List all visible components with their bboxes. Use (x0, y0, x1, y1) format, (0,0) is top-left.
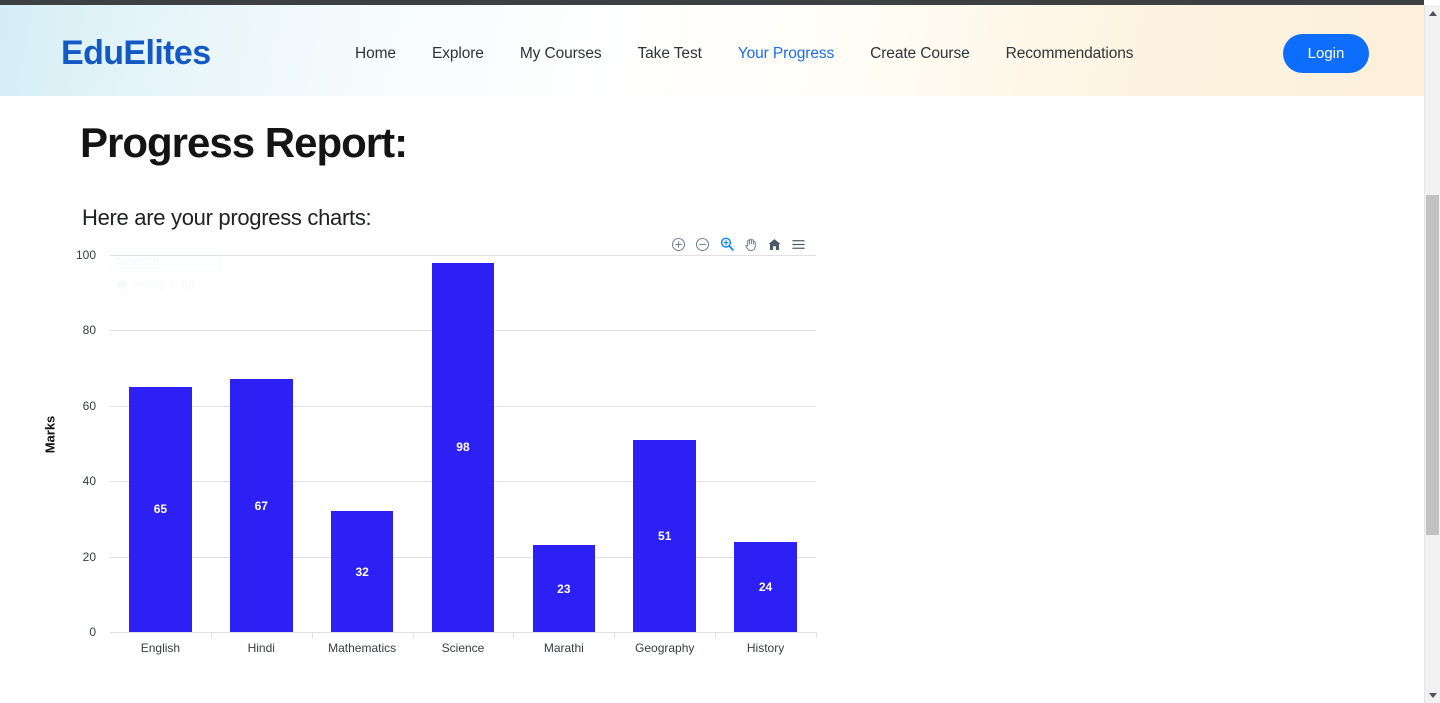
charts-subtitle: Here are your progress charts: (82, 205, 372, 230)
selection-zoom-icon[interactable] (718, 236, 735, 253)
x-axis-label-science: Science (441, 641, 485, 655)
x-axis-tick-mark (513, 632, 515, 638)
x-axis-tick-mark (311, 632, 313, 638)
y-axis-tick-label: 20 (82, 549, 96, 564)
bar-english[interactable]: 65 (129, 386, 192, 632)
bar-value-label: 67 (254, 498, 268, 513)
bar-science[interactable]: 98 (431, 262, 495, 632)
bar-value-label: 24 (758, 579, 773, 594)
x-axis-labels: English Hindi Mathematics Science Marathi Geo… (110, 641, 816, 661)
login-button[interactable]: Login (1283, 34, 1369, 73)
y-axis-tick-label: 100 (75, 248, 96, 262)
nav-item-home[interactable]: Home (337, 41, 414, 67)
x-axis-label-marathi: Marathi (543, 641, 584, 655)
scroll-down-arrow-icon[interactable] (1425, 687, 1440, 703)
x-axis-tick-mark (715, 632, 717, 638)
y-axis-title: Marks (42, 415, 58, 454)
bar-value-label: 98 (456, 440, 470, 455)
y-axis-tick-label: 40 (82, 474, 96, 489)
x-axis-tick-mark (816, 632, 817, 638)
zoom-out-icon[interactable] (694, 236, 711, 253)
y-axis-tick-label: 60 (82, 398, 96, 413)
zoom-in-icon[interactable] (670, 236, 687, 253)
y-axis-tick-label: 80 (82, 323, 96, 338)
scrollbar-thumb[interactable] (1426, 195, 1439, 535)
bar-hindi[interactable]: 67 (230, 379, 293, 632)
bar-value-label: 32 (355, 564, 369, 579)
bar-geography[interactable]: 51 (633, 439, 696, 632)
x-axis-label-mathematics: Mathematics (328, 641, 397, 655)
bar-mathematics[interactable]: 32 (330, 511, 394, 632)
x-axis-tick-mark (412, 632, 414, 638)
nav-item-recommendations[interactable]: Recommendations (988, 41, 1152, 67)
page-viewport: EduElites Home Explore My Courses Take T… (0, 5, 1424, 703)
menu-hamburger-icon[interactable] (790, 236, 807, 253)
nav-item-take-test[interactable]: Take Test (620, 41, 720, 67)
x-axis-tick-mark (614, 632, 616, 638)
site-logo[interactable]: EduElites (61, 34, 211, 73)
site-header: EduElites Home Explore My Courses Take T… (0, 5, 1424, 96)
bar-value-label: 51 (658, 528, 672, 543)
nav-item-explore[interactable]: Explore (414, 41, 502, 67)
x-axis-label-english: English (140, 641, 181, 655)
x-axis-baseline (110, 632, 816, 633)
pan-icon[interactable] (742, 236, 759, 253)
x-axis-label-geography: Geography (635, 641, 695, 655)
bar-value-label: 23 (557, 581, 571, 596)
page-scrollbar[interactable] (1424, 5, 1440, 703)
bar-value-label: 65 (153, 502, 168, 517)
bar-history[interactable]: 24 (734, 541, 797, 632)
reset-home-icon[interactable] (766, 236, 783, 253)
scroll-up-arrow-icon[interactable] (1425, 5, 1440, 21)
y-axis-tick-label: 0 (89, 625, 96, 639)
x-axis-label-hindi: Hindi (247, 641, 275, 655)
chart-plot-area: 100 80 60 40 20 0 65 67 32 98 23 51 24 English Hindi… (76, 248, 817, 655)
browser-page: EduElites Home Explore My Courses Take T… (0, 0, 1440, 703)
x-axis-tick-mark (210, 632, 212, 638)
page-title: Progress Report: (80, 119, 408, 166)
chart-bars: 65 67 32 98 23 51 24 (110, 255, 817, 638)
nav-item-my-courses[interactable]: My Courses (502, 41, 620, 67)
main-navigation: Home Explore My Courses Take Test Your P… (337, 41, 1151, 67)
x-axis-label-history: History (746, 641, 785, 655)
progress-bar-chart: Science series-1 98 Marks 100 80 60 40 20 0 6… (42, 233, 846, 693)
chart-toolbar (670, 233, 807, 255)
nav-item-create-course[interactable]: Create Course (852, 41, 988, 67)
nav-item-your-progress[interactable]: Your Progress (720, 41, 852, 67)
bar-marathi[interactable]: 23 (532, 545, 596, 632)
